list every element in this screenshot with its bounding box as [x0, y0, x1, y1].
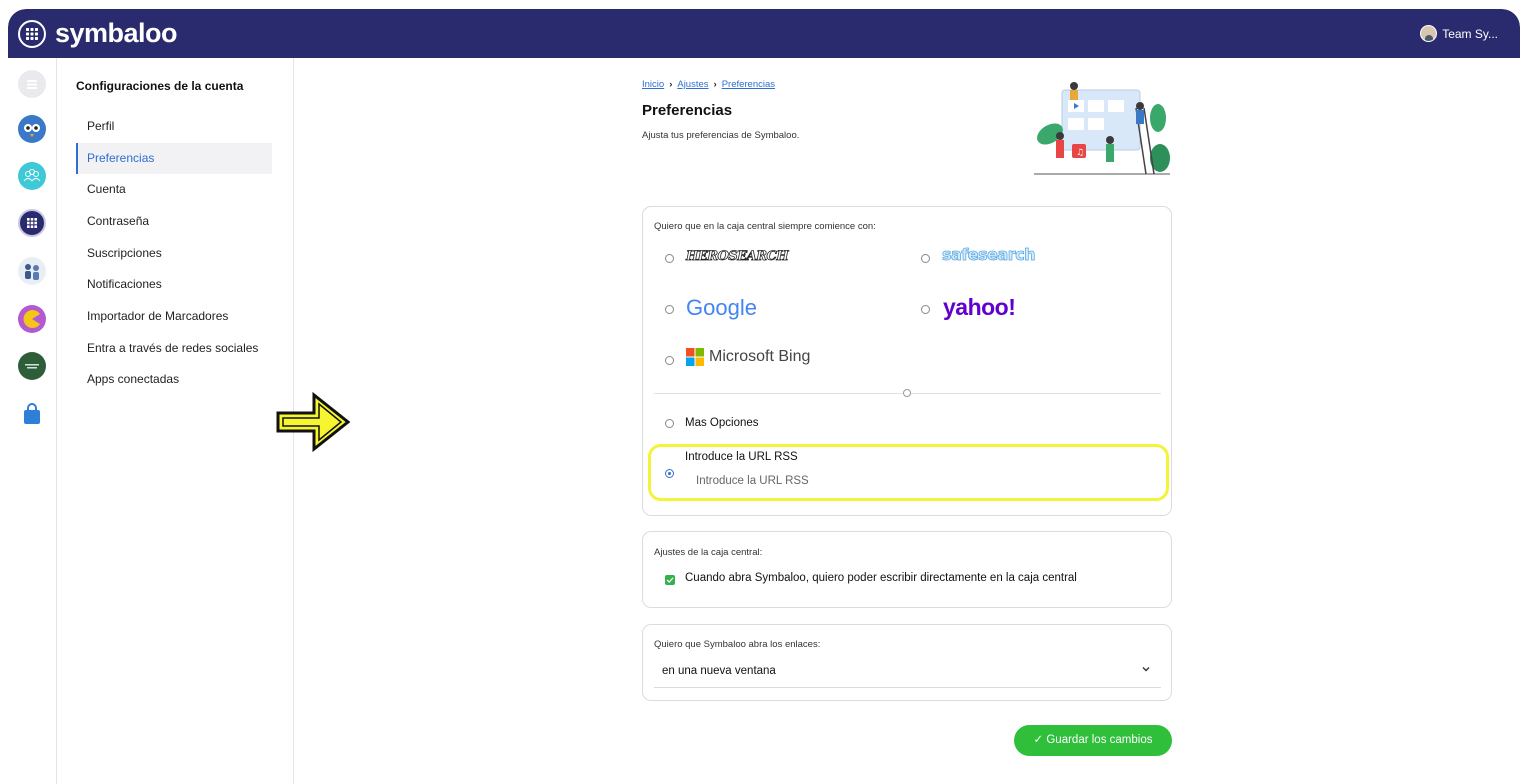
rail-webmix-green-icon[interactable] — [18, 352, 46, 380]
sidebar-title: Configuraciones de la cuenta — [76, 79, 244, 93]
rail-marketplace-bag-icon[interactable] — [18, 400, 46, 428]
breadcrumb: Inicio › Ajustes › Preferencias — [642, 79, 775, 90]
bing-logo[interactable]: Microsoft Bing — [709, 348, 810, 366]
breadcrumb-inicio[interactable]: Inicio — [642, 79, 664, 90]
sidebar-item-importador[interactable]: Importador de Marcadores — [76, 301, 272, 332]
webmix-rail — [8, 58, 57, 784]
rss-url-input[interactable]: Introduce la URL RSS — [696, 475, 809, 487]
top-bar: symbaloo Team Sy... — [8, 9, 1520, 58]
sidebar-item-perfil[interactable]: Perfil — [76, 111, 272, 142]
breadcrumb-preferencias[interactable]: Preferencias — [722, 79, 775, 90]
yellow-arrow-annotation — [276, 391, 351, 453]
rail-webmix-people-icon[interactable] — [18, 162, 46, 190]
chevron-down-icon[interactable] — [1141, 664, 1151, 674]
rail-webmix-team-icon[interactable] — [18, 257, 46, 285]
sidebar-item-notificaciones[interactable]: Notificaciones — [76, 269, 272, 300]
svg-text:♫: ♫ — [1076, 148, 1084, 158]
microsoft-logo-icon — [686, 348, 704, 366]
rss-option-label[interactable]: Introduce la URL RSS — [685, 451, 798, 463]
rail-webmix-owl-icon[interactable] — [18, 115, 46, 143]
save-button-label: Guardar los cambios — [1046, 734, 1153, 746]
safesearch-radio[interactable] — [921, 254, 930, 263]
page-subtitle: Ajusta tus preferencias de Symbaloo. — [642, 130, 800, 141]
rss-radio[interactable] — [665, 469, 674, 478]
breadcrumb-separator: › — [669, 79, 673, 90]
rail-webmix-pacman-icon[interactable] — [18, 305, 46, 333]
central-box-label: Ajustes de la caja central: — [654, 547, 763, 558]
preferences-illustration: ♫ — [1034, 82, 1170, 175]
yahoo-logo[interactable]: yahoo! — [943, 294, 1016, 321]
avatar — [1420, 25, 1438, 42]
open-links-card: Quiero que Symbaloo abra los enlaces: en… — [642, 624, 1172, 701]
page-title: Preferencias — [642, 102, 733, 119]
grid-icon — [26, 28, 38, 40]
central-box-checkbox[interactable] — [665, 575, 675, 585]
search-engine-label: Quiero que en la caja central siempre co… — [654, 221, 876, 232]
rail-webmix-grid-icon[interactable] — [18, 209, 46, 237]
save-button[interactable]: ✓ Guardar los cambios — [1014, 725, 1172, 756]
app-window: symbaloo Team Sy... Configuraciones de l… — [8, 9, 1520, 784]
team-label: Team Sy... — [1442, 26, 1498, 41]
breadcrumb-separator: › — [713, 79, 717, 90]
check-icon: ✓ — [1033, 734, 1047, 746]
safesearch-logo[interactable]: safesearch — [942, 245, 1036, 265]
search-engine-card: Quiero que en la caja central siempre co… — [642, 206, 1172, 516]
options-divider-dot — [903, 389, 911, 397]
apps-grid-button[interactable] — [18, 20, 46, 48]
yahoo-radio[interactable] — [921, 305, 930, 314]
google-logo[interactable]: Google — [686, 295, 757, 321]
mas-opciones-radio[interactable] — [665, 419, 674, 428]
team-account-menu[interactable]: Team Sy... — [1420, 25, 1498, 42]
herosearch-radio[interactable] — [665, 254, 674, 263]
open-links-select[interactable]: en una nueva ventana — [662, 665, 776, 677]
sidebar-item-preferencias[interactable]: Preferencias — [76, 143, 272, 174]
sidebar-item-redes-sociales[interactable]: Entra a través de redes sociales — [76, 333, 272, 364]
sidebar-item-apps-conectadas[interactable]: Apps conectadas — [76, 364, 272, 395]
sidebar-item-contrasena[interactable]: Contraseña — [76, 206, 272, 237]
central-box-checkbox-label[interactable]: Cuando abra Symbaloo, quiero poder escri… — [685, 572, 1077, 584]
check-icon — [666, 577, 674, 583]
open-links-label: Quiero que Symbaloo abra los enlaces: — [654, 639, 821, 650]
select-underline — [654, 687, 1161, 688]
main-content: Inicio › Ajustes › Preferencias Preferencias… — [294, 58, 1520, 784]
breadcrumb-ajustes[interactable]: Ajustes — [677, 79, 708, 90]
symbaloo-logo[interactable]: symbaloo — [55, 18, 178, 49]
mas-opciones-label[interactable]: Mas Opciones — [685, 417, 759, 429]
sidebar-item-cuenta[interactable]: Cuenta — [76, 174, 272, 205]
bing-radio[interactable] — [665, 356, 674, 365]
google-radio[interactable] — [665, 305, 674, 314]
sidebar-item-suscripciones[interactable]: Suscripciones — [76, 238, 272, 269]
central-box-card: Ajustes de la caja central: Cuando abra … — [642, 531, 1172, 608]
herosearch-logo[interactable]: HEROSEARCH — [686, 249, 789, 265]
settings-sidebar: Configuraciones de la cuenta Perfil Pref… — [57, 58, 294, 784]
rail-list-icon[interactable] — [18, 70, 46, 98]
